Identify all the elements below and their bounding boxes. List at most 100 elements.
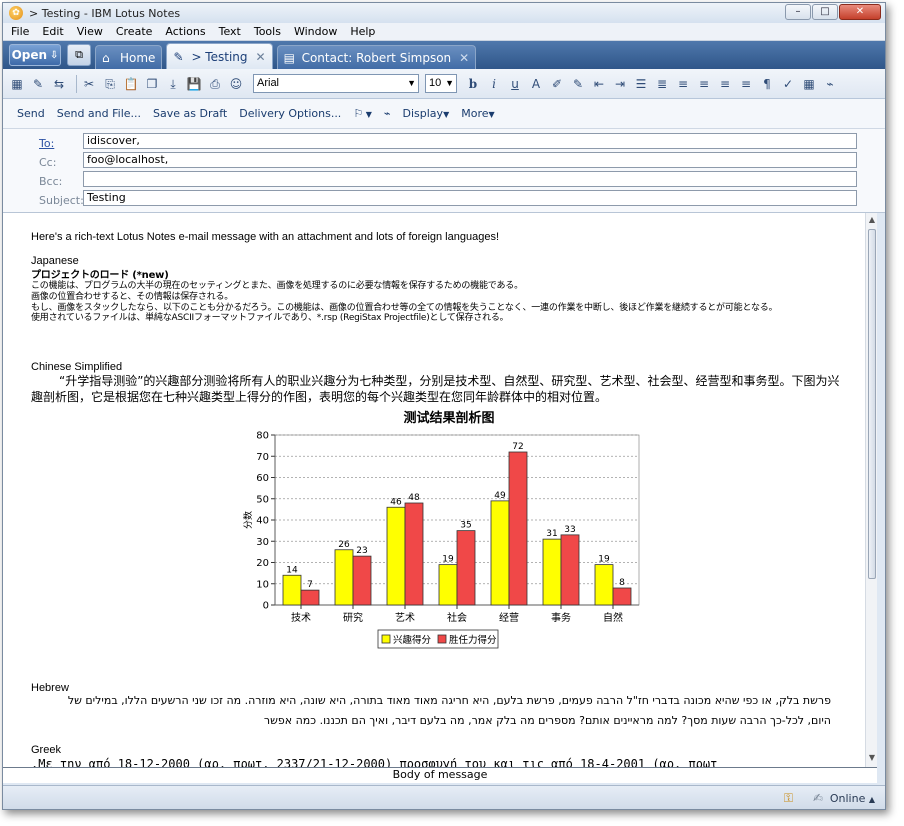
cc-field[interactable]: foo@localhost,	[83, 152, 857, 168]
bar-interest	[542, 538, 562, 606]
x-tick-label: 经营	[499, 611, 519, 624]
menu-help[interactable]: Help	[350, 25, 375, 38]
scroll-down-icon[interactable]: ▼	[867, 753, 877, 765]
styles-icon[interactable]: ¶	[759, 76, 775, 92]
x-tick-label: 研究	[343, 611, 363, 624]
numbered-list-icon[interactable]: ≣	[654, 76, 670, 92]
menu-tools[interactable]: Tools	[254, 25, 281, 38]
bar-interest	[490, 500, 510, 606]
spellcheck-icon[interactable]: ✓	[780, 76, 796, 92]
message-body[interactable]: Here's a rich-text Lotus Notes e-mail me…	[3, 213, 865, 767]
bar-value-label: 48	[408, 493, 420, 503]
align-center-icon[interactable]: ≡	[675, 76, 691, 92]
bold-icon[interactable]: b	[465, 76, 481, 92]
cut-icon[interactable]: ✂	[81, 76, 97, 92]
font-family-select[interactable]: Arial ▼	[253, 74, 419, 93]
flag-button[interactable]: ⚐ ▼	[353, 107, 372, 120]
menu-file[interactable]: File	[11, 25, 29, 38]
y-tick-label: 60	[256, 473, 269, 484]
chinese-label: Chinese Simplified	[31, 361, 123, 373]
outdent-icon[interactable]: ⇤	[591, 76, 607, 92]
menu-window[interactable]: Window	[294, 25, 337, 38]
scroll-up-icon[interactable]: ▲	[867, 215, 877, 227]
y-axis-label: 分数	[242, 511, 254, 529]
italic-icon[interactable]: i	[486, 76, 502, 92]
chevron-down-icon: ▼	[407, 78, 416, 88]
y-tick-label: 30	[256, 537, 269, 548]
tab-contact-close-icon[interactable]: ✕	[459, 51, 469, 65]
bcc-field[interactable]	[83, 171, 857, 187]
lotus-notes-logo-icon: ✿	[9, 6, 23, 20]
bullet-list-icon[interactable]: ☰	[633, 76, 649, 92]
send-button[interactable]: Send	[17, 107, 45, 120]
underline-icon[interactable]: u	[507, 76, 523, 92]
reply-icon[interactable]: ⇆	[51, 76, 67, 92]
scroll-thumb[interactable]	[868, 229, 876, 579]
save-as-draft-button[interactable]: Save as Draft	[153, 107, 227, 120]
lotus-notes-window: ✿ > Testing - IBM Lotus Notes – □ ✕ File…	[2, 2, 886, 810]
display-menu-button[interactable]: Display▼	[403, 107, 450, 120]
indent-icon[interactable]: ⇥	[612, 76, 628, 92]
y-tick-label: 20	[256, 558, 269, 569]
align-right-icon[interactable]: ≡	[738, 76, 754, 92]
text-color-icon[interactable]: A	[528, 76, 544, 92]
minimize-button[interactable]: –	[785, 4, 811, 20]
bar-interest	[594, 564, 614, 606]
menu-edit[interactable]: Edit	[42, 25, 63, 38]
bar-interest	[282, 574, 302, 606]
vertical-scrollbar[interactable]: ▲ ▼	[865, 213, 877, 767]
window-title: > Testing - IBM Lotus Notes	[29, 6, 181, 20]
to-label[interactable]: To:	[39, 137, 54, 150]
print-icon[interactable]: ⎙	[207, 76, 223, 92]
more-menu-button[interactable]: More▼	[461, 107, 494, 120]
attach-icon[interactable]: ⌁	[822, 76, 838, 92]
bar-value-label: 8	[619, 578, 625, 588]
legend-swatch	[437, 634, 447, 644]
format-toolbar: ▦ ✎ ⇆ ✂ ⎘ 📋 ❐ ⤓ 💾 ⎙ ☺ Arial ▼ 10 ▼ b i u…	[3, 69, 885, 99]
copy-icon[interactable]: ⎘	[102, 76, 118, 92]
legend-swatch	[381, 634, 391, 644]
cc-label: Cc:	[39, 156, 57, 169]
key-icon[interactable]: ⚿	[784, 791, 793, 806]
open-arrow-icon: ⇩	[50, 49, 59, 61]
tab-testing[interactable]: ✎ > Testing ✕	[166, 43, 273, 69]
compose-icon: ✎	[173, 49, 184, 64]
highlight-color-icon[interactable]: ✎	[570, 76, 586, 92]
windows-icon: ⧉	[75, 48, 83, 61]
font-size-select[interactable]: 10 ▼	[425, 74, 457, 93]
menu-view[interactable]: View	[77, 25, 103, 38]
align-justify-icon[interactable]: ≡	[696, 76, 712, 92]
maximize-button[interactable]: □	[812, 4, 838, 20]
x-tick-label: 技术	[291, 611, 311, 624]
bar-competence	[404, 502, 424, 606]
send-and-file-button[interactable]: Send and File...	[57, 107, 141, 120]
paste-special-icon[interactable]: ❐	[144, 76, 160, 92]
tab-testing-close-icon[interactable]: ✕	[256, 50, 266, 64]
open-button[interactable]: Open ⇩	[9, 44, 61, 66]
close-button[interactable]: ✕	[839, 4, 881, 20]
table-icon[interactable]: ▦	[801, 76, 817, 92]
insert-icon[interactable]: ⤓	[165, 76, 181, 92]
edit-icon[interactable]: ✎	[30, 76, 46, 92]
tab-switcher-button[interactable]: ⧉	[67, 44, 91, 66]
bar-value-label: 49	[494, 491, 506, 501]
to-field[interactable]: idiscover,	[83, 133, 857, 149]
attach-button[interactable]: ⌁	[384, 107, 391, 120]
menu-actions[interactable]: Actions	[165, 25, 205, 38]
y-tick-label: 80	[256, 431, 269, 442]
align-left-icon[interactable]: ≡	[717, 76, 733, 92]
grid-icon[interactable]: ▦	[9, 76, 25, 92]
save-icon[interactable]: 💾	[186, 76, 202, 92]
tab-home[interactable]: ⌂ Home	[95, 45, 163, 69]
tab-contact[interactable]: ▤ Contact: Robert Simpson ✕	[276, 45, 477, 69]
highlight-icon[interactable]: ✐	[549, 76, 565, 92]
menu-text[interactable]: Text	[219, 25, 241, 38]
subject-field[interactable]: Testing	[83, 190, 857, 206]
paste-icon[interactable]: 📋	[123, 76, 139, 92]
online-status[interactable]: Online ▲	[830, 792, 875, 805]
smiley-icon[interactable]: ☺	[228, 76, 244, 92]
delivery-options-button[interactable]: Delivery Options...	[239, 107, 341, 120]
signature-icon[interactable]: ✍	[813, 791, 823, 805]
legend-label: 胜任力得分	[449, 634, 497, 646]
menu-create[interactable]: Create	[116, 25, 153, 38]
